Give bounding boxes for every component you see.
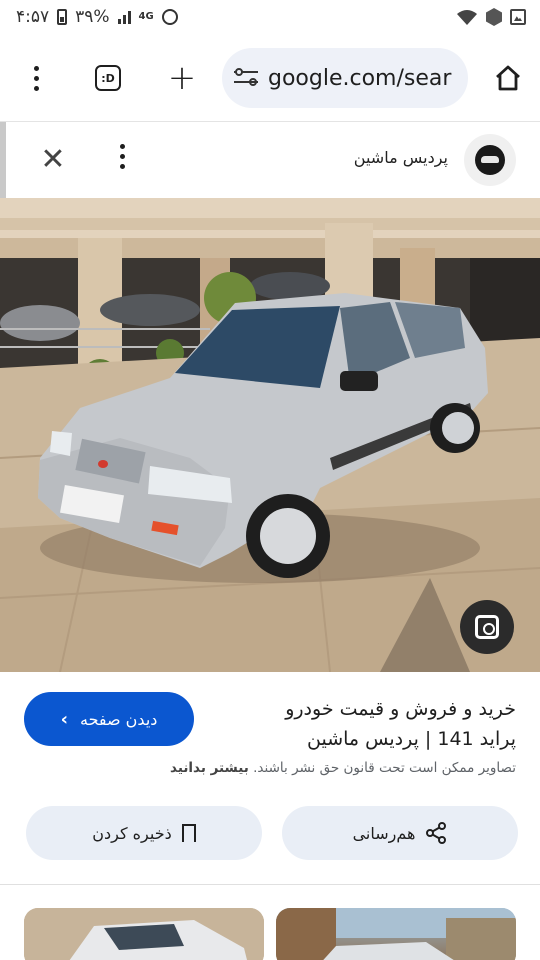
tab-switcher-icon: :D (95, 65, 121, 91)
battery-percent: ۳۹% (75, 7, 110, 27)
menu-dots-icon[interactable] (12, 54, 60, 102)
new-tab-button[interactable]: + (158, 54, 206, 102)
url-text[interactable]: google.com/sear (268, 66, 451, 91)
wifi-icon (457, 10, 477, 25)
close-icon[interactable]: ✕ (38, 145, 68, 176)
result-title[interactable]: خرید و فروش و قیمت خودرو پراید 141 | پرد… (216, 694, 516, 754)
home-icon[interactable] (486, 56, 530, 100)
site-name[interactable]: پردیس ماشین (354, 148, 448, 167)
save-button[interactable]: ذخیره کردن (26, 806, 262, 860)
more-options-icon[interactable] (120, 144, 125, 169)
related-car-photo-2 (276, 908, 516, 960)
battery-icon (57, 9, 68, 25)
result-title-line1[interactable]: خرید و فروش و قیمت خودرو (216, 694, 516, 724)
address-bar[interactable]: google.com/sear (222, 48, 468, 108)
site-logo-icon[interactable] (464, 134, 516, 186)
copyright-text: تصاویر ممکن است تحت قانون حق نشر باشند. (253, 760, 516, 776)
image-icon (510, 9, 526, 25)
lens-icon[interactable] (460, 600, 514, 654)
result-title-line2[interactable]: پراید 141 | پردیس ماشین (216, 724, 516, 754)
network-type: 4G (138, 11, 154, 22)
tune-icon[interactable] (234, 68, 258, 88)
visit-page-label: دیدن صفحه (80, 709, 158, 729)
chevron-left-icon: ‹ (60, 708, 68, 730)
share-label: هم‌رسانی (352, 823, 416, 843)
status-bar: ۴:۵۷ ۳۹% 4G (0, 0, 540, 34)
share-button[interactable]: هم‌رسانی (282, 806, 518, 860)
related-image-2[interactable] (276, 908, 516, 960)
divider (0, 884, 540, 885)
learn-more-link[interactable]: بیشتر بدانید (170, 760, 249, 776)
save-label: ذخیره کردن (92, 823, 172, 843)
copyright-notice: تصاویر ممکن است تحت قانون حق نشر باشند. … (16, 760, 516, 776)
signal-icon (117, 10, 131, 24)
visit-page-button[interactable]: ‹ دیدن صفحه (24, 692, 194, 746)
result-header: ✕ پردیس ماشین (0, 122, 540, 198)
result-image[interactable] (0, 198, 540, 672)
browser-toolbar: :D + google.com/sear (0, 34, 540, 122)
plus-icon: + (167, 58, 197, 98)
car-photo (0, 198, 540, 672)
share-icon (426, 822, 447, 844)
related-car-photo-1 (24, 908, 264, 960)
shield-icon (486, 8, 502, 26)
bookmark-icon (181, 824, 196, 848)
alarm-icon (161, 9, 178, 25)
status-right (456, 8, 526, 26)
status-time: ۴:۵۷ (16, 7, 50, 27)
related-image-1[interactable] (24, 908, 264, 960)
tab-switcher-button[interactable]: :D (84, 54, 132, 102)
status-left: ۴:۵۷ ۳۹% 4G (16, 7, 178, 27)
